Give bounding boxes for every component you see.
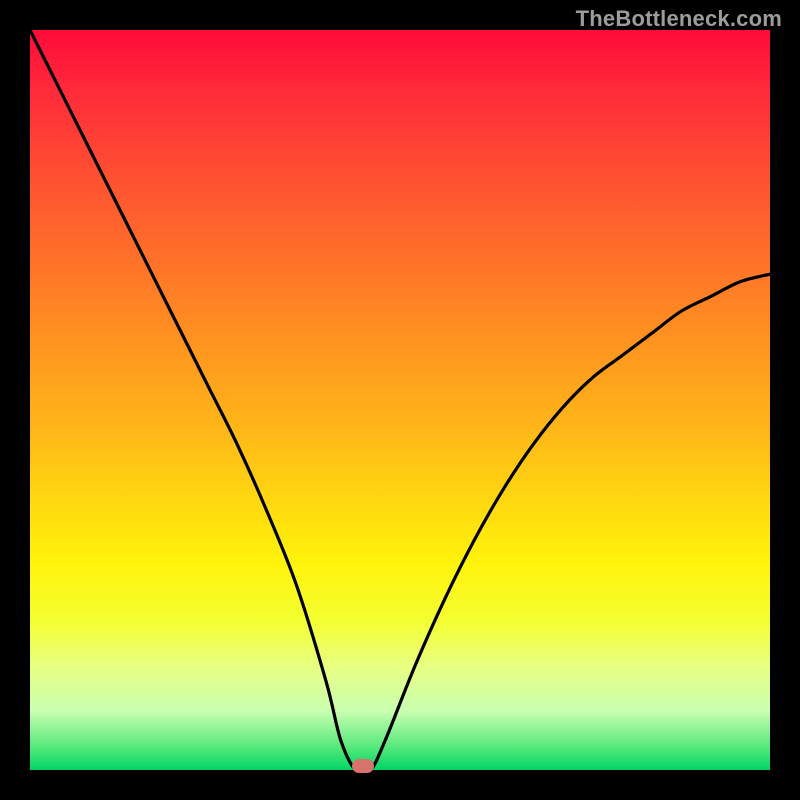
optimal-point-marker: [352, 759, 374, 773]
bottleneck-curve: [30, 30, 770, 770]
watermark-text: TheBottleneck.com: [576, 6, 782, 32]
chart-frame: TheBottleneck.com: [0, 0, 800, 800]
curve-path: [30, 30, 770, 774]
plot-area: [30, 30, 770, 770]
